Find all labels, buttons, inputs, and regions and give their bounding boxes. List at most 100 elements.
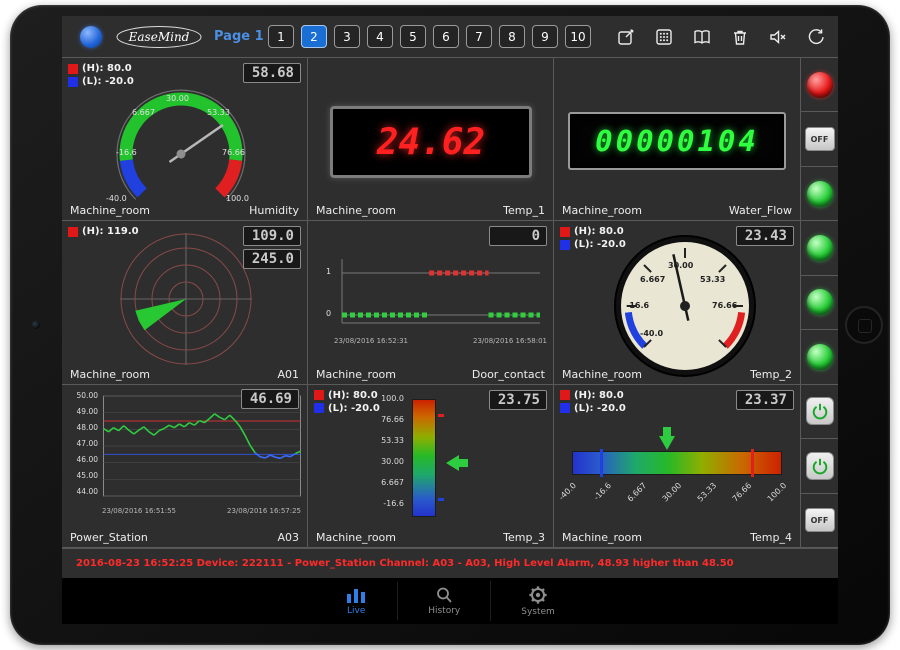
location-label: Power_Station [70, 531, 148, 544]
gauge-tick: 53.33 [700, 275, 725, 284]
gauge-tick: 6.667 [640, 275, 665, 284]
y-tick: 49.00 [77, 408, 98, 416]
gradient-bar [412, 399, 436, 517]
panel-door-contact: 0 1 0 23/08/2016 16:52:31 23/08/2016 16:… [308, 221, 554, 384]
page-button-5[interactable]: 5 [400, 25, 426, 48]
keypad-button[interactable] [653, 26, 674, 47]
indicator-green-button-4[interactable] [801, 330, 838, 384]
indicator-red-button[interactable] [801, 58, 838, 112]
panel-temp2: (H): 80.0 (L): -20.0 23.43 [554, 221, 800, 384]
toolbar-icons [615, 26, 826, 47]
high-limit-label: (H): 80.0 [82, 63, 132, 74]
low-limit-chip [314, 403, 324, 413]
value-display: 46.69 [241, 389, 299, 409]
off-switch-2[interactable]: OFF [801, 494, 838, 548]
y-tick: 50.00 [77, 392, 98, 400]
page-button-7[interactable]: 7 [466, 25, 492, 48]
scale-tick: -16.6 [592, 481, 613, 502]
panel-temp4: (H): 80.0 (L): -20.0 23.37 -40.0 [554, 385, 800, 548]
indicator-green-button-2[interactable] [801, 221, 838, 275]
off-switch-1[interactable]: OFF [801, 112, 838, 166]
green-led-icon [807, 235, 833, 261]
high-limit-chip [560, 390, 570, 400]
scale-tick: 76.66 [731, 481, 754, 504]
legend: (H): 119.0 [68, 226, 139, 239]
mute-button[interactable] [767, 26, 788, 47]
high-limit-marker [438, 414, 444, 417]
live-chart-icon [345, 586, 367, 604]
switch-label: OFF [805, 508, 835, 532]
bar-gauge-horizontal [572, 451, 782, 475]
mute-icon [768, 27, 788, 47]
gauge-tick: -40.0 [640, 329, 663, 338]
location-label: Machine_room [562, 531, 642, 544]
edit-button[interactable] [615, 26, 636, 47]
tab-live[interactable]: Live [315, 582, 397, 620]
indicator-green-button-3[interactable] [801, 276, 838, 330]
high-limit-label: (H): 80.0 [574, 226, 624, 237]
green-led-icon [807, 181, 833, 207]
refresh-button[interactable] [805, 26, 826, 47]
page-buttons: 1 2 3 4 5 6 7 8 9 10 [268, 25, 591, 48]
alarm-message: 2016-08-23 16:52:25 Device: 222111 - Pow… [76, 558, 734, 569]
page-button-10[interactable]: 10 [565, 25, 591, 48]
channel-label: Temp_1 [503, 204, 545, 217]
delete-button[interactable] [729, 26, 750, 47]
tablet-frame: EaseMind Page 1 1 2 3 4 5 6 7 8 9 10 [10, 5, 890, 645]
bottom-tab-bar: Live History [62, 578, 838, 624]
legend: (H): 80.0 (L): -20.0 [68, 63, 134, 89]
channel-label: Humidity [249, 204, 299, 217]
magnifier-icon [433, 586, 455, 604]
page-button-8[interactable]: 8 [499, 25, 525, 48]
gauge-tick: -16.6 [626, 301, 649, 310]
low-limit-chip [68, 77, 78, 87]
power-button-1[interactable] [801, 385, 838, 439]
panel-water-flow: 00000104 Machine_room Water_Flow [554, 58, 800, 221]
channel-label: Temp_4 [750, 531, 792, 544]
green-led-icon [807, 344, 833, 370]
page-button-1[interactable]: 1 [268, 25, 294, 48]
brand-logo: EaseMind [114, 24, 204, 54]
brand-text: EaseMind [128, 30, 190, 44]
power-button-2[interactable] [801, 439, 838, 493]
page-button-6[interactable]: 6 [433, 25, 459, 48]
low-limit-label: (L): -20.0 [328, 403, 380, 414]
tab-system[interactable]: System [490, 581, 585, 621]
location-label: Machine_room [316, 204, 396, 217]
page-button-3[interactable]: 3 [334, 25, 360, 48]
legend: (H): 80.0 (L): -20.0 [560, 226, 626, 252]
high-limit-chip [560, 227, 570, 237]
gauge-tick: 76.66 [222, 148, 245, 157]
high-limit-chip [68, 64, 78, 74]
page-button-9[interactable]: 9 [532, 25, 558, 48]
alarm-bar: 2016-08-23 16:52:25 Device: 222111 - Pow… [62, 548, 838, 578]
refresh-icon [806, 27, 826, 47]
tab-label: System [521, 607, 555, 617]
y-tick: 46.00 [77, 456, 98, 464]
trash-icon [730, 27, 750, 47]
home-button[interactable] [845, 306, 883, 344]
scale-tick: -40.0 [557, 481, 578, 502]
legend: (H): 80.0 (L): -20.0 [560, 390, 626, 416]
value-display: 23.37 [736, 390, 794, 410]
indicator-green-button-1[interactable] [801, 167, 838, 221]
panel-temp3: (H): 80.0 (L): -20.0 23.75 100.0 76.66 5… [308, 385, 554, 548]
high-limit-label: (H): 80.0 [328, 390, 378, 401]
page-button-4[interactable]: 4 [367, 25, 393, 48]
led-value: 24.62 [377, 122, 485, 163]
trend-chart [102, 393, 302, 503]
x-axis-label: 23/08/2016 16:51:55 [102, 507, 176, 515]
book-button[interactable] [691, 26, 712, 47]
radar-widget [118, 231, 254, 367]
low-limit-chip [560, 403, 570, 413]
value-display: 58.68 [243, 63, 301, 83]
counter-display: 00000104 [568, 112, 786, 170]
page-label: Page 1 [214, 29, 264, 44]
tab-history[interactable]: History [397, 582, 490, 620]
value-display: 109.0 [243, 226, 301, 246]
power-icon [811, 402, 829, 420]
power-icon [811, 457, 829, 475]
page-button-2[interactable]: 2 [301, 25, 327, 48]
x-axis-label: 23/08/2016 16:52:31 [334, 337, 408, 345]
y-tick: 47.00 [77, 440, 98, 448]
